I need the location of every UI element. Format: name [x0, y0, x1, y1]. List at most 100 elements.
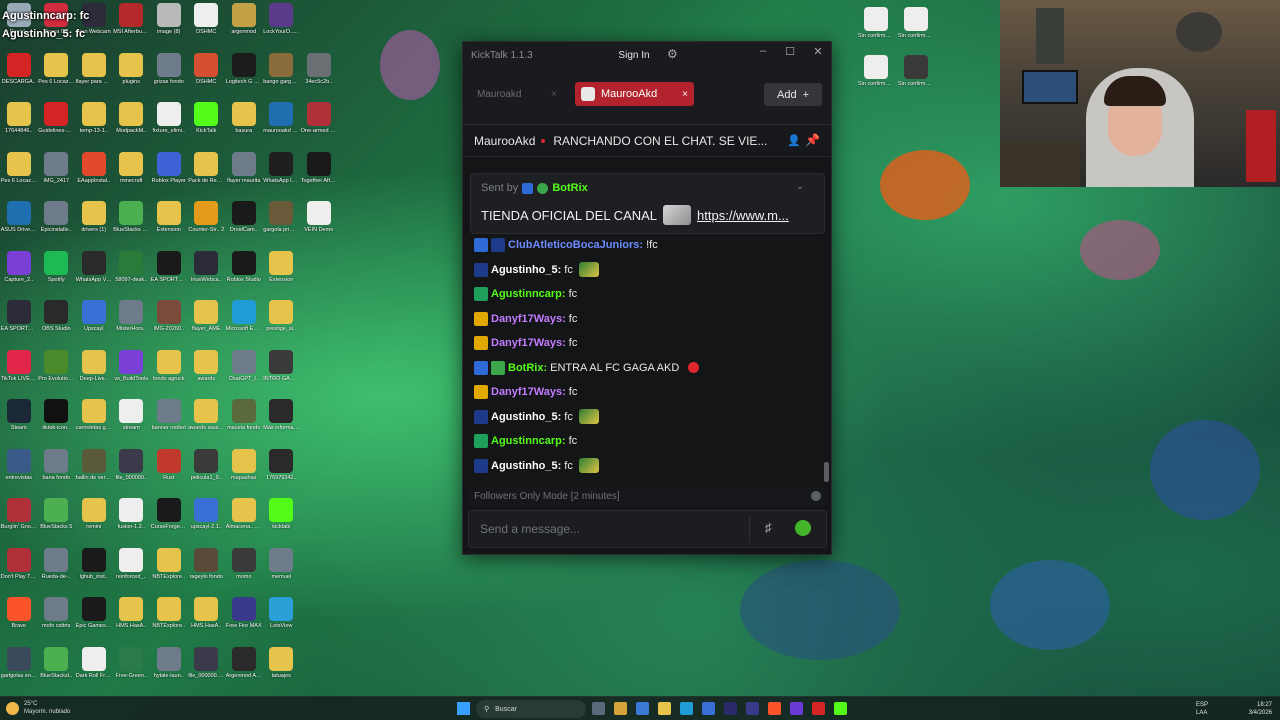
- desktop-icon[interactable]: ASUS DriverHub: [0, 198, 38, 248]
- desktop-icon[interactable]: Rust: [150, 446, 188, 496]
- desktop-icon[interactable]: Upscayl: [75, 297, 113, 347]
- desktop-icon[interactable]: Pro Evolution Soccer 6: [38, 347, 76, 397]
- desktop-icon[interactable]: 34ec5c2b..: [300, 50, 338, 100]
- desktop-icon[interactable]: gartgolas entrevistas: [0, 644, 38, 694]
- desktop-icon[interactable]: flayer maurita: [225, 149, 263, 199]
- sign-in-button[interactable]: Sign In: [609, 46, 659, 65]
- desktop-icon[interactable]: mofo csttrts: [38, 594, 76, 644]
- desktop-icon[interactable]: lghub_inst..: [75, 545, 113, 595]
- desktop-icon[interactable]: Roblox Player: [150, 149, 188, 199]
- chat-message[interactable]: BotRix: ENTRA AL FC GAGA AKD: [474, 356, 825, 381]
- desktop-icon[interactable]: Argenmod Auth: [225, 644, 263, 694]
- desktop-icon[interactable]: basura: [225, 99, 263, 149]
- desktop-icon[interactable]: LetsView: [263, 594, 301, 644]
- chat-message[interactable]: Danyf17Ways: fc: [474, 380, 825, 405]
- taskbar-app-icon[interactable]: [592, 702, 605, 715]
- settings-gear-icon[interactable]: ⚙: [667, 47, 678, 61]
- desktop-icon[interactable]: momo: [225, 545, 263, 595]
- chat-messages[interactable]: ClubAtleticoBocaJuniors: !fc Agustinho_5: f…: [463, 233, 825, 481]
- desktop-icon[interactable]: IMG_2417: [38, 149, 76, 199]
- chat-message[interactable]: Danyf17Ways: fc: [474, 331, 825, 356]
- desktop-icon[interactable]: mapashas: [225, 446, 263, 496]
- desktop-icon[interactable]: minecraft: [113, 149, 151, 199]
- desktop-icon[interactable]: ModpackM..: [113, 99, 151, 149]
- desktop-icon[interactable]: Steam: [0, 396, 38, 446]
- desktop-icon[interactable]: fondo agruck: [150, 347, 188, 397]
- chat-username[interactable]: Agustinncarp:: [491, 435, 566, 447]
- chat-username[interactable]: Danyf17Ways:: [491, 313, 566, 325]
- desktop-icon[interactable]: WhatsApp Video 2025-: [75, 248, 113, 298]
- desktop-icon[interactable]: kicktalk: [263, 495, 301, 545]
- language-indicator[interactable]: ESP LAA: [1196, 701, 1208, 717]
- taskbar-app-icon[interactable]: [724, 702, 737, 715]
- desktop-icon[interactable]: 58097-desk..: [113, 248, 151, 298]
- chat-username[interactable]: Danyf17Ways:: [491, 337, 566, 349]
- desktop-icon[interactable]: Deep-Live..: [75, 347, 113, 397]
- desktop-icon[interactable]: remini: [75, 495, 113, 545]
- user-list-icon[interactable]: 👤: [787, 134, 801, 147]
- desktop-icon[interactable]: IMG-20260..: [150, 297, 188, 347]
- desktop-icon[interactable]: DSHMC: [188, 50, 226, 100]
- desktop-icon[interactable]: WhatsApp Image 2026..: [263, 149, 301, 199]
- taskbar-app-icon[interactable]: [746, 702, 759, 715]
- desktop-icon[interactable]: INTRO GARGO..: [263, 347, 301, 397]
- desktop-icon[interactable]: Recicl..: [0, 0, 38, 50]
- desktop-icon[interactable]: 17644846..: [0, 99, 38, 149]
- taskbar-app-icon[interactable]: [834, 702, 847, 715]
- translate-icon[interactable]: ♯: [765, 520, 772, 535]
- desktop-icon[interactable]: Capture_2..: [0, 248, 38, 298]
- minimize-icon[interactable]: –: [753, 45, 773, 57]
- close-icon[interactable]: ✕: [808, 45, 828, 58]
- taskbar-app-icon[interactable]: [812, 702, 825, 715]
- desktop-icon[interactable]: file_000000..: [113, 446, 151, 496]
- desktop-icon[interactable]: OBS Studio: [38, 297, 76, 347]
- tab-mauroakd-close-icon[interactable]: ×: [551, 89, 557, 100]
- desktop-icon[interactable]: BlueStacksI..: [38, 644, 76, 694]
- desktop-icon[interactable]: ChatGPT_I..: [225, 347, 263, 397]
- desktop-icon[interactable]: maurooakd code: [263, 99, 301, 149]
- desktop-icon[interactable]: BlueStacks 5: [38, 495, 76, 545]
- desktop-icon[interactable]: NBTExplore..: [150, 594, 188, 644]
- desktop-icon[interactable]: Pes 6 Locazos: [38, 50, 76, 100]
- desktop-icon[interactable]: bana fondo: [38, 446, 76, 496]
- taskbar-search[interactable]: ⚲ Buscar: [476, 700, 586, 718]
- taskbar-app-icon[interactable]: [768, 702, 781, 715]
- desktop-icon[interactable]: Spotify: [38, 248, 76, 298]
- desktop-icon[interactable]: BlueStacks Multi-Insta..: [113, 198, 151, 248]
- desktop-icon[interactable]: HMS.HasA..: [188, 594, 226, 644]
- desktop-icon[interactable]: Extension: [263, 248, 301, 298]
- desktop-icon[interactable]: CurseForge Installer: [150, 495, 188, 545]
- desktop-icon[interactable]: Microsoft Edge: [225, 297, 263, 347]
- weather-widget[interactable]: 25°C Mayorm. nublado: [24, 700, 70, 716]
- desktop-icon[interactable]: Pack de Recursos -: [188, 149, 226, 199]
- desktop-icon[interactable]: argenmod: [225, 0, 263, 50]
- desktop-icon[interactable]: LockYourD.. Demo: [263, 0, 301, 50]
- desktop-icon[interactable]: pelicula1_9..: [188, 446, 226, 496]
- desktop-icon[interactable]: Roblox Studio: [225, 248, 263, 298]
- desktop-icon[interactable]: One-armed robber: [300, 99, 338, 149]
- desktop-icon[interactable]: Almacena.. automátic..: [225, 495, 263, 545]
- chat-message[interactable]: Agustinncarp: fc: [474, 282, 825, 307]
- desktop-icon[interactable]: Counter-Str.. 2: [188, 198, 226, 248]
- weather-icon[interactable]: [6, 702, 19, 715]
- info-icon[interactable]: [811, 491, 821, 501]
- chat-username[interactable]: Agustinncarp:: [491, 288, 566, 300]
- desktop-icon[interactable]: memuel: [263, 545, 301, 595]
- chat-scrollbar[interactable]: [824, 462, 829, 482]
- desktop-icon[interactable]: Free-Green..: [113, 644, 151, 694]
- pinned-message[interactable]: Sent by BotRix ⌄ TIENDA OFICIAL DEL CANA…: [470, 173, 825, 234]
- desktop-icon[interactable]: Rueda-de-..: [38, 545, 76, 595]
- tab-mauroakd[interactable]: Mauroakd: [477, 89, 521, 100]
- desktop-icon[interactable]: Iriun Webcam: [75, 0, 113, 50]
- tab-maurooakd[interactable]: MaurooAkd ×: [575, 82, 694, 106]
- chevron-down-icon[interactable]: ⌄: [796, 181, 804, 192]
- chat-username[interactable]: ClubAtleticoBocaJuniors:: [508, 239, 643, 251]
- chat-username[interactable]: Agustinho_5:: [491, 411, 561, 423]
- taskbar-app-icon[interactable]: [636, 702, 649, 715]
- desktop-icon[interactable]: drivers (1): [75, 198, 113, 248]
- desktop-icon[interactable]: Sin confirmar 462937.crd..: [898, 4, 934, 39]
- desktop-icon[interactable]: VEIN Demo: [300, 198, 338, 248]
- desktop-icon[interactable]: ballin de verdad: [75, 446, 113, 496]
- desktop-icon[interactable]: vs_BuildTools: [113, 347, 151, 397]
- desktop-icon[interactable]: Más información..: [263, 396, 301, 446]
